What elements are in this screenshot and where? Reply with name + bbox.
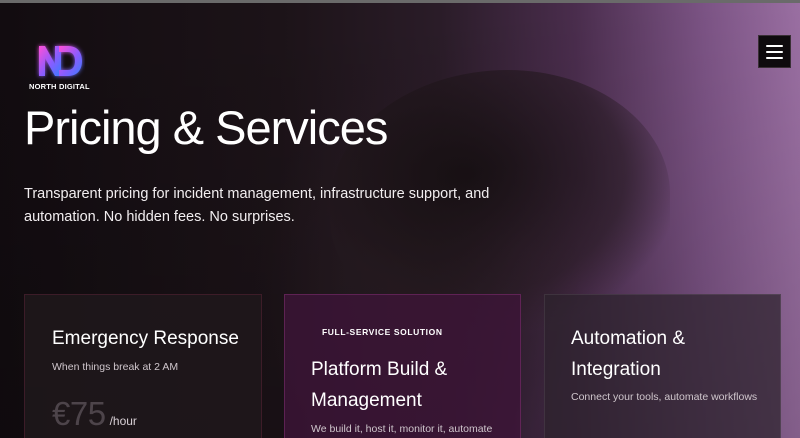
card-title: Automation & Integration	[571, 328, 686, 380]
pricing-card-automation[interactable]: Automation & Integration Connect your to…	[544, 294, 781, 438]
card-description: Connect your tools, automate workflows	[571, 391, 758, 403]
card-badge: FULL-SERVICE SOLUTION	[322, 327, 443, 337]
card-title: Platform Build & Management	[311, 359, 448, 411]
price-amount: €75	[52, 395, 106, 432]
pricing-card-emergency-response[interactable]: Emergency Response When things break at …	[24, 294, 262, 438]
brand-name: NORTH DIGITAL	[29, 82, 90, 91]
card-price: €75 /hour	[52, 395, 137, 433]
brand-logo[interactable]: NORTH DIGITAL	[29, 40, 95, 91]
brand-logo-mark	[39, 46, 82, 76]
price-unit: /hour	[109, 414, 137, 428]
pricing-card-platform-build[interactable]: FULL-SERVICE SOLUTION Platform Build & M…	[284, 294, 521, 438]
hamburger-menu-icon	[766, 44, 783, 47]
card-title: Emergency Response	[52, 328, 239, 349]
hamburger-menu-icon-line	[766, 56, 783, 59]
page-subtitle: Transparent pricing for incident managem…	[24, 186, 490, 225]
card-description: When things break at 2 AM	[52, 361, 179, 373]
hamburger-menu-icon-line	[766, 50, 783, 53]
top-border	[0, 0, 800, 3]
card-description: We build it, host it, monitor it, automa…	[311, 423, 493, 435]
page-title: Pricing & Services	[24, 101, 388, 154]
menu-button[interactable]	[758, 35, 791, 68]
